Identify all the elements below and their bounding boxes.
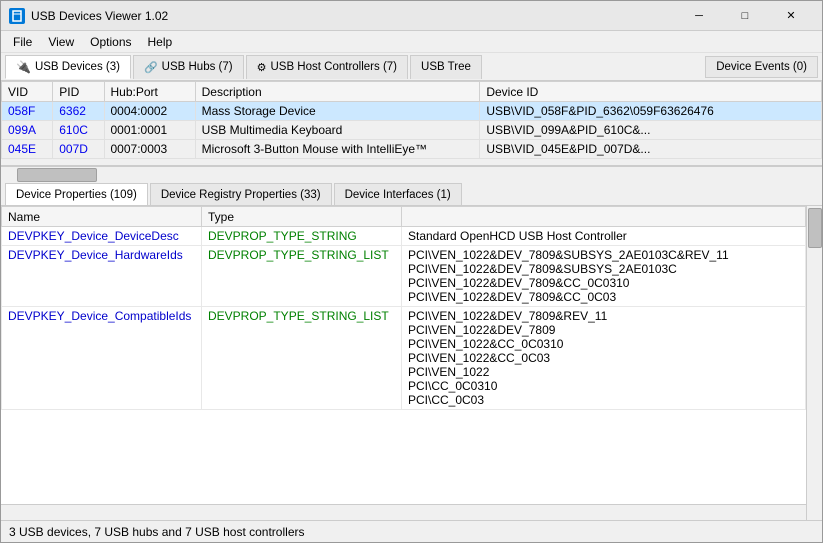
device-id-cell: USB\VID_058F&PID_6362\059F63626476	[480, 102, 822, 121]
tab-usb-tree-label: USB Tree	[421, 61, 471, 73]
device-table-scrollbar[interactable]	[1, 166, 822, 182]
menu-view[interactable]: View	[40, 33, 82, 51]
hub-port-cell: 0007:0003	[104, 140, 195, 159]
title-bar: USB Devices Viewer 1.02 ─ □ ✕	[1, 1, 822, 31]
prop-value-line: PCI\CC_0C0310	[408, 379, 799, 393]
device-table-container: VID PID Hub:Port Description Device ID 0…	[1, 81, 822, 166]
prop-value-cell: PCI\VEN_1022&DEV_7809&SUBSYS_2AE0103C&RE…	[402, 246, 806, 307]
props-table-row[interactable]: DEVPKEY_Device_CompatibleIdsDEVPROP_TYPE…	[2, 307, 806, 410]
prop-value-line: PCI\VEN_1022&CC_0C03	[408, 351, 799, 365]
window-title: USB Devices Viewer 1.02	[31, 9, 676, 23]
props-table-wrapper: Name Type DEVPKEY_Device_DeviceDescDEVPR…	[1, 206, 822, 520]
props-table-header: Name Type	[2, 207, 806, 227]
window-controls: ─ □ ✕	[676, 1, 814, 31]
vid-cell: 099A	[2, 121, 53, 140]
col-vid: VID	[2, 82, 53, 102]
app-icon	[9, 8, 25, 24]
desc-cell: USB Multimedia Keyboard	[195, 121, 480, 140]
prop-type-cell: DEVPROP_TYPE_STRING	[202, 227, 402, 246]
prop-value-line: PCI\CC_0C03	[408, 393, 799, 407]
col-device-id: Device ID	[480, 82, 822, 102]
vid-cell: 058F	[2, 102, 53, 121]
col-name: Name	[2, 207, 202, 227]
pid-cell: 6362	[53, 102, 104, 121]
props-scrollbar[interactable]	[806, 206, 822, 520]
col-type: Type	[202, 207, 402, 227]
device-table: VID PID Hub:Port Description Device ID 0…	[1, 81, 822, 159]
prop-name-cell: DEVPKEY_Device_DeviceDesc	[2, 227, 202, 246]
col-pid: PID	[53, 82, 104, 102]
minimize-button[interactable]: ─	[676, 1, 722, 31]
prop-value-cell: PCI\VEN_1022&DEV_7809&REV_11PCI\VEN_1022…	[402, 307, 806, 410]
tab-usb-devices[interactable]: 🔌 USB Devices (3)	[5, 55, 131, 79]
tab-device-interfaces-label: Device Interfaces (1)	[345, 189, 451, 201]
col-value	[402, 207, 806, 227]
usb-controllers-icon: ⚙	[257, 61, 267, 74]
prop-value-line: PCI\VEN_1022&DEV_7809&SUBSYS_2AE0103C&RE…	[408, 248, 799, 262]
prop-type-cell: DEVPROP_TYPE_STRING_LIST	[202, 307, 402, 410]
prop-value-line: PCI\VEN_1022	[408, 365, 799, 379]
prop-name-cell: DEVPKEY_Device_CompatibleIds	[2, 307, 202, 410]
status-text: 3 USB devices, 7 USB hubs and 7 USB host…	[9, 525, 304, 539]
device-id-cell: USB\VID_099A&PID_610C&...	[480, 121, 822, 140]
bottom-tab-bar: Device Properties (109) Device Registry …	[1, 182, 822, 206]
tab-usb-tree[interactable]: USB Tree	[410, 55, 482, 79]
main-window: USB Devices Viewer 1.02 ─ □ ✕ File View …	[0, 0, 823, 543]
tab-device-props-label: Device Properties (109)	[16, 189, 137, 201]
top-tab-bar: 🔌 USB Devices (3) 🔗 USB Hubs (7) ⚙ USB H…	[1, 53, 822, 81]
menu-file[interactable]: File	[5, 33, 40, 51]
tab-usb-controllers-label: USB Host Controllers (7)	[270, 61, 397, 73]
scroll-thumb[interactable]	[808, 208, 822, 248]
table-row[interactable]: 045E 007D 0007:0003 Microsoft 3-Button M…	[2, 140, 822, 159]
hub-port-cell: 0004:0002	[104, 102, 195, 121]
prop-value-line: PCI\VEN_1022&DEV_7809	[408, 323, 799, 337]
device-table-header: VID PID Hub:Port Description Device ID	[2, 82, 822, 102]
maximize-button[interactable]: □	[722, 1, 768, 31]
prop-type-cell: DEVPROP_TYPE_STRING_LIST	[202, 246, 402, 307]
close-button[interactable]: ✕	[768, 1, 814, 31]
table-row[interactable]: 099A 610C 0001:0001 USB Multimedia Keybo…	[2, 121, 822, 140]
tab-device-interfaces[interactable]: Device Interfaces (1)	[334, 183, 462, 205]
tab-usb-controllers[interactable]: ⚙ USB Host Controllers (7)	[246, 55, 408, 79]
prop-name-cell: DEVPKEY_Device_HardwareIds	[2, 246, 202, 307]
usb-devices-icon: 🔌	[16, 60, 31, 74]
prop-value-line: PCI\VEN_1022&DEV_7809&CC_0C0310	[408, 276, 799, 290]
props-hscrollbar[interactable]	[1, 504, 806, 520]
props-table: Name Type DEVPKEY_Device_DeviceDescDEVPR…	[1, 206, 806, 410]
col-hub-port: Hub:Port	[104, 82, 195, 102]
device-events-button[interactable]: Device Events (0)	[705, 56, 818, 78]
desc-cell: Mass Storage Device	[195, 102, 480, 121]
prop-value-line: PCI\VEN_1022&CC_0C0310	[408, 337, 799, 351]
prop-value-line: PCI\VEN_1022&DEV_7809&REV_11	[408, 309, 799, 323]
tab-device-registry-label: Device Registry Properties (33)	[161, 189, 321, 201]
status-bar: 3 USB devices, 7 USB hubs and 7 USB host…	[1, 520, 822, 542]
desc-cell: Microsoft 3-Button Mouse with IntelliEye…	[195, 140, 480, 159]
tab-usb-devices-label: USB Devices (3)	[35, 61, 120, 73]
tab-usb-hubs[interactable]: 🔗 USB Hubs (7)	[133, 55, 244, 79]
usb-hubs-icon: 🔗	[144, 61, 158, 74]
props-table-row[interactable]: DEVPKEY_Device_HardwareIdsDEVPROP_TYPE_S…	[2, 246, 806, 307]
props-area: Name Type DEVPKEY_Device_DeviceDescDEVPR…	[1, 206, 822, 520]
pid-cell: 610C	[53, 121, 104, 140]
prop-value-cell: Standard OpenHCD USB Host Controller	[402, 227, 806, 246]
col-description: Description	[195, 82, 480, 102]
hub-port-cell: 0001:0001	[104, 121, 195, 140]
h-scroll-thumb[interactable]	[17, 168, 97, 182]
prop-value-line: PCI\VEN_1022&DEV_7809&CC_0C03	[408, 290, 799, 304]
menu-options[interactable]: Options	[82, 33, 139, 51]
pid-cell: 007D	[53, 140, 104, 159]
tab-device-props[interactable]: Device Properties (109)	[5, 183, 148, 205]
table-row[interactable]: 058F 6362 0004:0002 Mass Storage Device …	[2, 102, 822, 121]
prop-value-line: PCI\VEN_1022&DEV_7809&SUBSYS_2AE0103C	[408, 262, 799, 276]
tab-usb-hubs-label: USB Hubs (7)	[162, 61, 233, 73]
menu-bar: File View Options Help	[1, 31, 822, 53]
vid-cell: 045E	[2, 140, 53, 159]
menu-help[interactable]: Help	[140, 33, 181, 51]
device-id-cell: USB\VID_045E&PID_007D&...	[480, 140, 822, 159]
props-table-row[interactable]: DEVPKEY_Device_DeviceDescDEVPROP_TYPE_ST…	[2, 227, 806, 246]
tab-device-registry[interactable]: Device Registry Properties (33)	[150, 183, 332, 205]
